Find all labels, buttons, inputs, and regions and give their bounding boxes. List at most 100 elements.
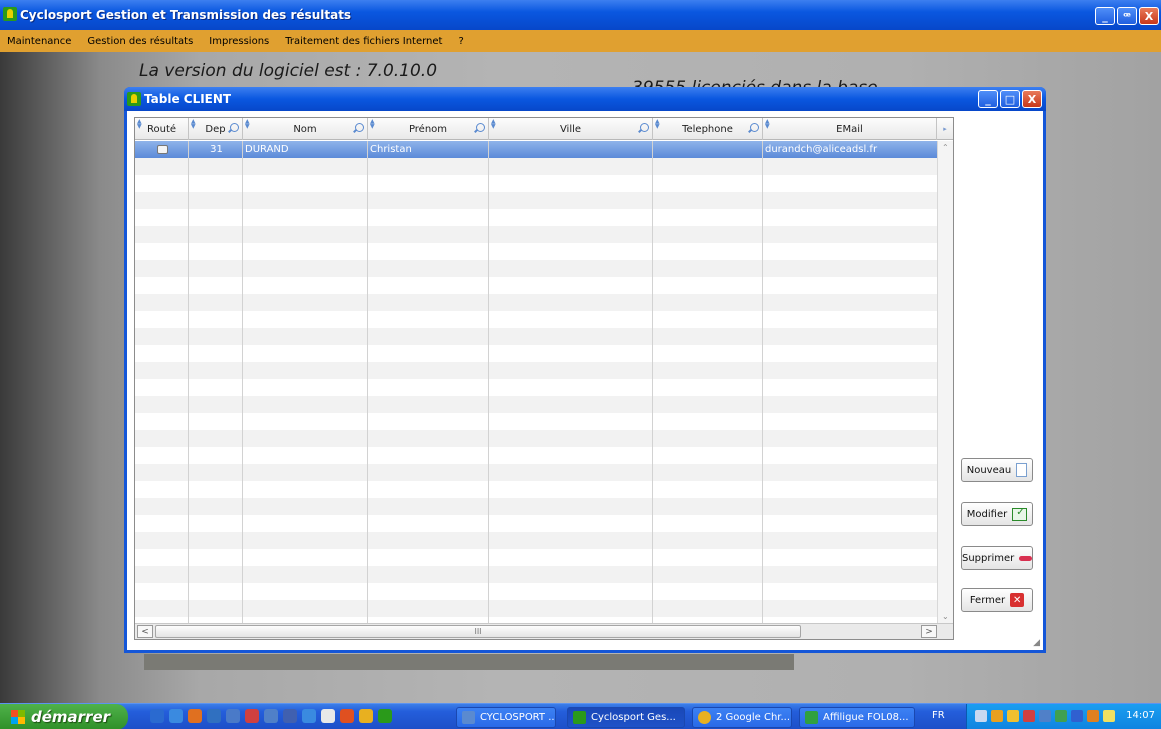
empty-row — [135, 175, 937, 192]
tray-icon[interactable] — [1087, 710, 1099, 722]
empty-row — [135, 328, 937, 345]
minimize-button[interactable]: _ — [1095, 7, 1115, 25]
taskbar-item[interactable]: CYCLOSPORT ... — [456, 707, 556, 728]
quicklaunch-icon[interactable] — [283, 709, 297, 723]
taskbar-item[interactable]: Cyclosport Ges... — [567, 707, 685, 728]
client-table: ▲ ▼ Routé ▲ ▼ Dep ▲ ▼ Nom ▲ ▼ Prénom ▲ ▼… — [134, 117, 954, 640]
scroll-down-icon[interactable]: ⌄ — [942, 612, 949, 621]
dialog-minimize-button[interactable]: _ — [978, 90, 998, 108]
close-button[interactable]: X — [1139, 7, 1159, 25]
menu-help[interactable]: ? — [450, 36, 471, 47]
horizontal-scrollbar[interactable]: < III > — [135, 623, 953, 639]
empty-cell — [243, 345, 368, 362]
tray-icon[interactable] — [1007, 710, 1019, 722]
vertical-scrollbar[interactable]: ⌃ ⌄ — [937, 141, 953, 623]
empty-row — [135, 158, 937, 175]
empty-cell — [368, 345, 489, 362]
empty-cell — [368, 566, 489, 583]
close-dialog-button[interactable]: Fermer ✕ — [961, 588, 1033, 612]
firefox-icon[interactable] — [188, 709, 202, 723]
column-header-dep[interactable]: ▲ ▼ Dep — [189, 118, 243, 140]
column-scroll-right-icon[interactable]: ▸ — [937, 118, 953, 140]
empty-cell — [653, 243, 763, 260]
background-panel-strip — [144, 654, 794, 670]
bluetooth-icon[interactable] — [1071, 710, 1083, 722]
empty-row — [135, 498, 937, 515]
empty-row — [135, 226, 937, 243]
empty-cell — [135, 226, 189, 243]
empty-cell — [189, 243, 243, 260]
cyclosport-icon[interactable] — [378, 709, 392, 723]
empty-cell — [243, 192, 368, 209]
column-label: Dep — [205, 123, 226, 135]
search-icon[interactable] — [476, 123, 485, 132]
empty-cell — [653, 413, 763, 430]
quicklaunch-icon[interactable] — [245, 709, 259, 723]
empty-cell — [189, 532, 243, 549]
empty-cell — [653, 566, 763, 583]
edit-button[interactable]: Modifier — [961, 502, 1033, 526]
column-header-nom[interactable]: ▲ ▼ Nom — [243, 118, 368, 140]
ie-icon[interactable] — [169, 709, 183, 723]
column-header-email[interactable]: ▲ ▼ EMail — [763, 118, 937, 140]
quicklaunch-icon[interactable] — [321, 709, 335, 723]
tray-icon[interactable] — [975, 710, 987, 722]
ie-icon[interactable] — [302, 709, 316, 723]
scroll-thumb[interactable]: III — [155, 625, 801, 638]
search-icon[interactable] — [640, 123, 649, 132]
empty-cell — [243, 464, 368, 481]
column-header-route[interactable]: ▲ ▼ Routé — [135, 118, 189, 140]
restore-button[interactable]: ꟹ — [1117, 7, 1137, 25]
menu-traitement-fichiers[interactable]: Traitement des fichiers Internet — [277, 36, 450, 47]
dialog-close-button[interactable]: X — [1022, 90, 1042, 108]
menu-gestion-resultats[interactable]: Gestion des résultats — [79, 36, 201, 47]
vlc-icon[interactable] — [340, 709, 354, 723]
empty-cell — [368, 413, 489, 430]
delete-button[interactable]: Supprimer — [961, 546, 1033, 570]
empty-cell — [489, 175, 653, 192]
scroll-left-icon[interactable]: < — [137, 625, 153, 638]
tray-icon[interactable] — [1023, 710, 1035, 722]
empty-row — [135, 532, 937, 549]
search-icon[interactable] — [230, 123, 239, 132]
column-header-ville[interactable]: ▲ ▼ Ville — [489, 118, 653, 140]
empty-cell — [135, 362, 189, 379]
column-header-prenom[interactable]: ▲ ▼ Prénom — [368, 118, 489, 140]
empty-cell — [489, 209, 653, 226]
table-row[interactable]: 31 DURAND Christan durandch@aliceadsl.fr — [135, 141, 937, 158]
empty-row — [135, 260, 937, 277]
column-label: Telephone — [682, 123, 733, 135]
empty-cell — [368, 277, 489, 294]
shield-icon[interactable] — [991, 710, 1003, 722]
scroll-up-icon[interactable]: ⌃ — [942, 143, 949, 152]
quicklaunch-icon[interactable] — [150, 709, 164, 723]
empty-row — [135, 566, 937, 583]
empty-cell — [653, 294, 763, 311]
route-checkbox[interactable] — [157, 145, 168, 154]
taskbar-item[interactable]: 2 Google Chr... ▼ — [692, 707, 792, 728]
menu-impressions[interactable]: Impressions — [201, 36, 277, 47]
sort-icon: ▲ ▼ — [655, 118, 660, 130]
search-icon[interactable] — [355, 123, 364, 132]
dialog-maximize-button[interactable]: □ — [1000, 90, 1020, 108]
quicklaunch-icon[interactable] — [207, 709, 221, 723]
scroll-right-icon[interactable]: > — [921, 625, 937, 638]
search-icon[interactable] — [750, 123, 759, 132]
empty-cell — [135, 430, 189, 447]
quicklaunch-icon[interactable] — [226, 709, 240, 723]
tray-icon[interactable] — [1055, 710, 1067, 722]
taskbar-item[interactable]: Affiligue FOL08... — [799, 707, 915, 728]
empty-cell — [489, 549, 653, 566]
chrome-icon[interactable] — [359, 709, 373, 723]
resize-grip-icon[interactable]: ◢ — [1033, 638, 1040, 648]
wifi-icon[interactable] — [1103, 710, 1115, 722]
menu-maintenance[interactable]: Maintenance — [0, 36, 79, 47]
start-button[interactable]: démarrer — [0, 704, 128, 729]
new-button-label: Nouveau — [966, 464, 1012, 476]
new-button[interactable]: Nouveau — [961, 458, 1033, 482]
empty-cell — [135, 566, 189, 583]
language-indicator[interactable]: FR — [932, 710, 945, 721]
column-header-telephone[interactable]: ▲ ▼ Telephone — [653, 118, 763, 140]
network-icon[interactable] — [1039, 710, 1051, 722]
quicklaunch-icon[interactable] — [264, 709, 278, 723]
